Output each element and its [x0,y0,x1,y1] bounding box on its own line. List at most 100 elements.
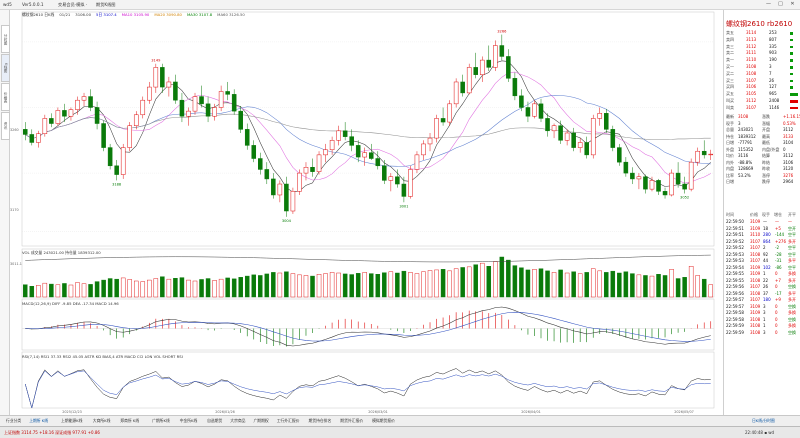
candle [147,81,152,104]
candle-body [68,109,74,117]
candle [708,149,714,160]
tick-price: 3108 [750,323,761,328]
tick-row: 22:59:53 3107 44 -31 多平 [724,258,800,264]
tab-price-table[interactable]: 价格表 [1,83,10,111]
market-tab[interactable]: 郑商所 K线 [120,418,139,424]
candle [81,92,87,107]
candle [408,165,413,199]
volume-bar [238,277,243,298]
tick-volume: 102 [763,264,771,270]
market-tab[interactable]: 中金所K线 [180,418,198,424]
tick-change: +9 [775,297,781,302]
stat-value: 0 [783,146,786,152]
candle [153,63,159,93]
view-switch-link[interactable]: 日K线/分时图 [752,418,775,424]
volume-bar [166,278,172,298]
volume-bar [147,279,152,298]
market-tab[interactable]: 广期所K线 [152,418,170,424]
tick-volume: 1 [763,323,766,328]
candle-body [662,191,668,196]
tick-volume: 180 [763,297,771,302]
candle-body [610,129,616,148]
candle-body [271,178,276,196]
volume-bar [506,259,511,298]
orderbook-row[interactable]: 买三 3107 26 [724,78,800,84]
orderbook-row[interactable]: 卖三 3112 335 [724,44,800,50]
candle-body [238,110,243,130]
tab-news[interactable]: 资讯 [1,112,10,140]
price-annotation: 3188 [112,182,122,186]
tab-intraday[interactable]: 分时图 [1,25,10,53]
stat-row: 持仓 1839312 最高 3133 [724,134,800,140]
candle [636,173,642,190]
candle [682,176,687,194]
price-axis-label-high: 3260 [10,128,19,132]
close-button[interactable]: ✕ [788,1,797,8]
orderbook-row[interactable]: 卖二 3111 903 [724,50,800,56]
market-tab[interactable]: 大宗商品 [230,418,245,424]
candle-body [120,147,126,175]
candle [675,162,681,188]
orderbook-row[interactable]: 买四 3106 127 [724,84,800,90]
tick-row: 22:59:55 3108 22 +7 多开 [724,278,800,284]
candle [199,85,204,108]
orderbook-bar [790,66,793,69]
stat-label: 跌停 [762,179,770,184]
tick-row: 22:59:53 3108 92 -28 空平 [724,252,800,258]
candle-body [538,103,544,119]
tab-kline[interactable]: K线图 [1,54,10,82]
candle-body [147,86,152,101]
tick-type: 多换 [788,323,796,328]
orderbook-bar [790,106,798,110]
stat-value: 243021 [738,127,754,132]
orderbook-row[interactable]: 叫买 3112 2408 [724,98,800,104]
chart-area[interactable]: 3149 3188 3004 3001 3266 3052 2025/12/23 2026/0… [10,10,722,415]
orderbook-volume: 26 [769,77,775,83]
volume-bar [630,273,635,298]
volume-bar [466,266,472,298]
orderbook-row[interactable]: 卖四 3113 807 [724,37,800,43]
volume-bar [525,269,531,298]
orderbook-row[interactable]: 买五 3105 965 [724,91,800,97]
tick-time: 22:59:57 [726,303,744,309]
candle-body [506,56,511,79]
tick-type: 多换 [788,271,796,276]
candle [486,45,492,72]
tick-price: 3109 [750,310,761,315]
candle [571,127,576,152]
price-panel-frame [21,11,715,247]
price-annotation: 3149 [151,59,161,63]
volume-bar [114,278,119,298]
market-tab[interactable]: 行业分类 [6,418,21,424]
tick-change: 0 [775,271,778,276]
tick-time: 22:59:55 [726,277,744,283]
maximize-button[interactable]: □ [776,1,785,8]
candle [688,158,694,192]
volume-bar [649,275,655,298]
minimize-button[interactable]: — [764,1,773,8]
market-tab[interactable]: 上期所 K线 [29,418,48,424]
market-tab[interactable]: 模拟期货报价 [372,418,395,424]
volume-bar [421,271,426,298]
orderbook-row[interactable]: 卖五 3114 253 [724,30,800,36]
volume-bar [701,278,707,298]
candle [512,72,518,101]
candle-body [479,59,485,75]
market-tab[interactable]: 工行外汇报价 [277,418,300,424]
orderbook-row[interactable]: 叫卖 3107 1146 [724,105,800,111]
orderbook-volume: 335 [769,43,777,49]
volume-bar [94,281,100,298]
market-tab[interactable]: 自选期货 [207,418,222,424]
tick-time: 22:59:52 [726,245,744,250]
market-tab[interactable]: 期货外汇报价 [340,418,363,424]
market-tab[interactable]: 广期期权 [254,418,269,424]
orderbook-row[interactable]: 买二 3108 7 [724,71,800,77]
volume-bar [610,270,616,298]
market-tab[interactable]: 上期能源K线 [61,418,82,424]
orderbook-row[interactable]: 卖一 3110 190 [724,57,800,63]
market-tab[interactable]: 大商所K线 [93,418,111,424]
market-tab[interactable]: 期货持仓排名 [309,418,332,424]
orderbook-row[interactable]: 买一 3108 3 [724,64,800,70]
volume-bar [153,278,159,298]
candle [617,143,622,166]
